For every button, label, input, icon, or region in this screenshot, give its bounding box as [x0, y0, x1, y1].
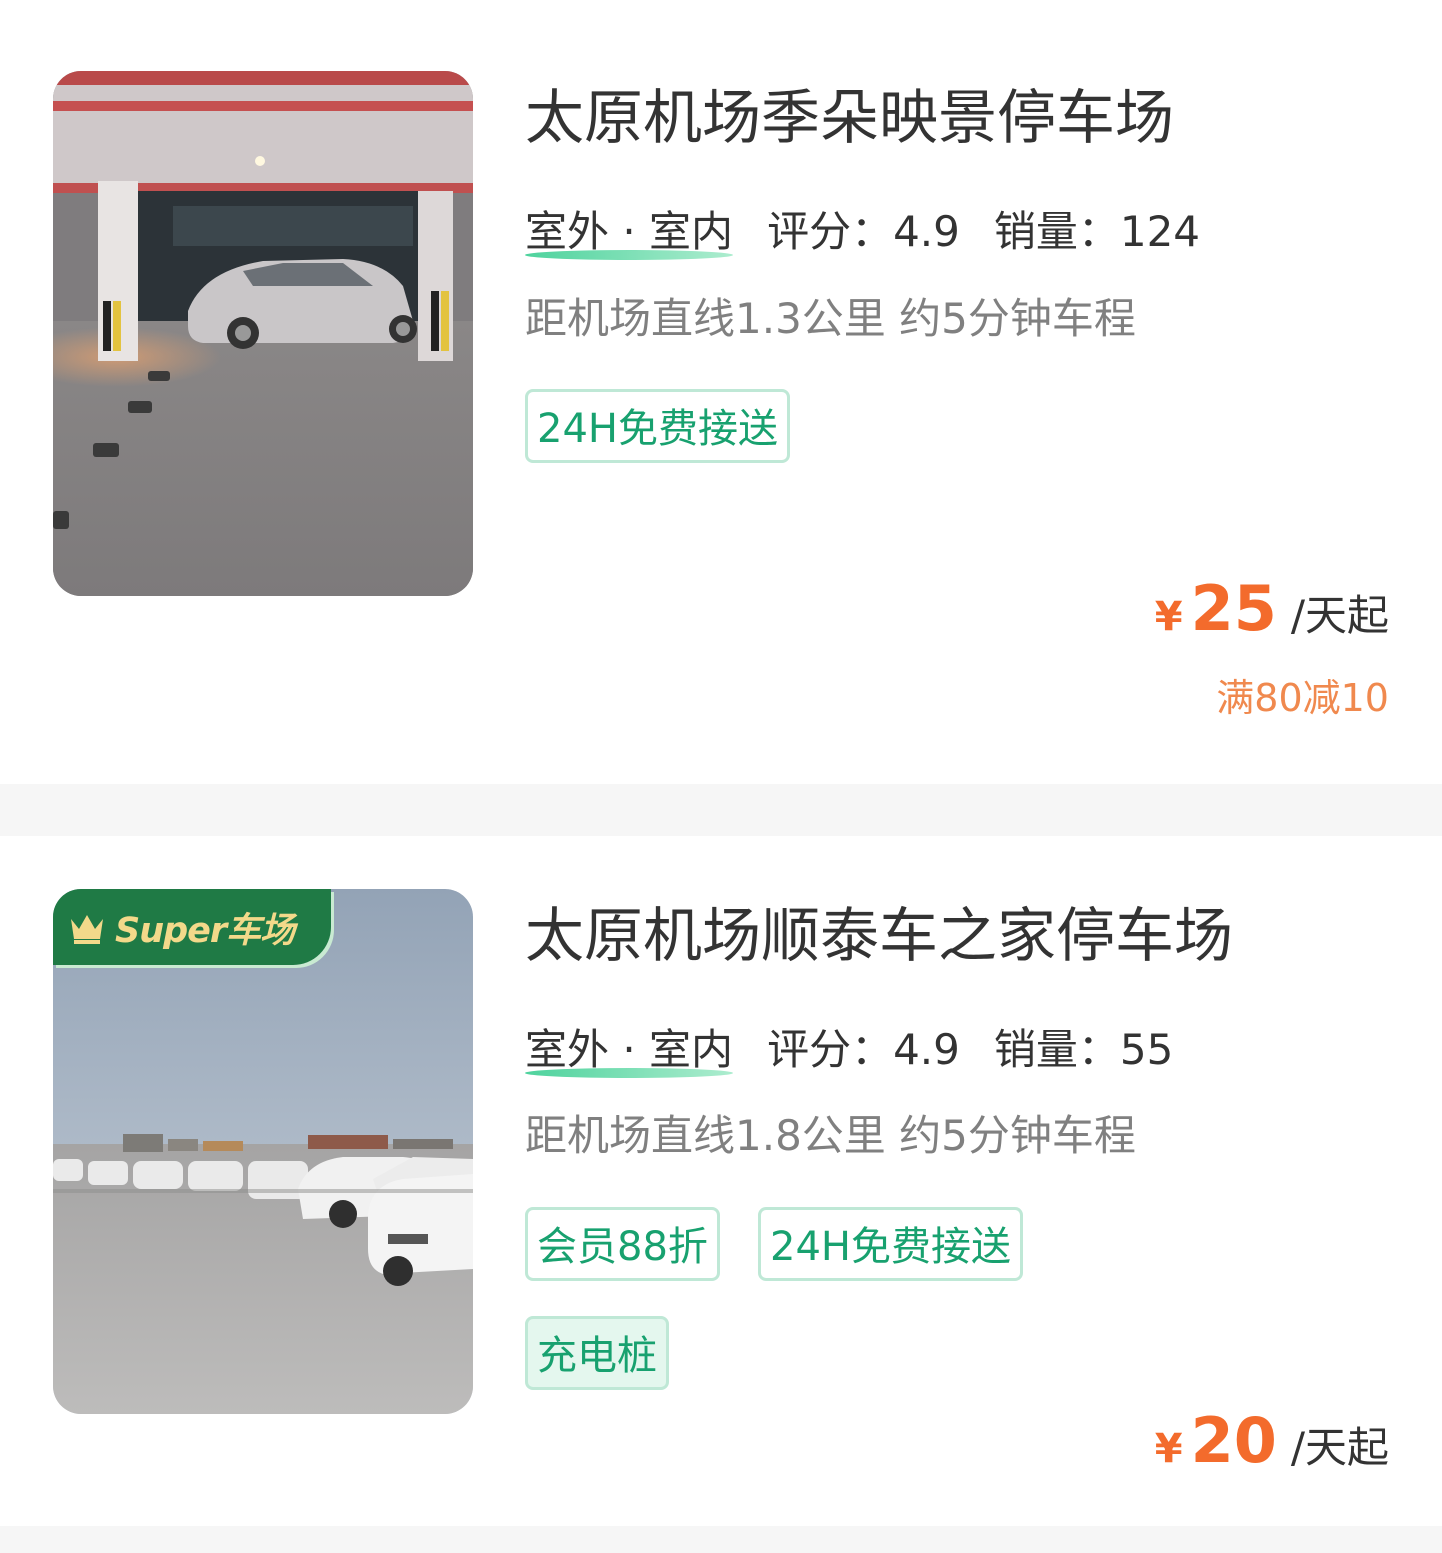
- outdoor-parking-image: [53, 889, 473, 1414]
- sales-count: 销量：124: [993, 207, 1201, 256]
- parking-meta-row: 室外 · 室内 评分：4.9 销量：124: [525, 207, 1201, 260]
- price-unit: /天起: [1290, 1423, 1389, 1472]
- service-tag: 24H免费接送: [525, 389, 790, 463]
- parking-type: 室外 · 室内: [525, 211, 734, 260]
- currency-symbol: ¥: [1154, 1426, 1183, 1472]
- distance-info: 距机场直线1.3公里 约5分钟车程: [525, 294, 1136, 343]
- indoor-parking-image: [53, 71, 473, 596]
- charging-pile-tag: 充电桩: [525, 1316, 669, 1390]
- crown-icon: [71, 915, 103, 944]
- super-parking-badge: Super车场: [53, 889, 331, 965]
- service-tag: 24H免费接送: [758, 1207, 1023, 1281]
- parking-lot-name[interactable]: 太原机场顺泰车之家停车场: [525, 906, 1233, 965]
- member-discount-tag: 会员88折: [525, 1207, 720, 1281]
- price-block: ¥ 20 /天起: [1155, 1410, 1389, 1472]
- parking-listing-card[interactable]: 太原机场季朵映景停车场 室外 · 室内 评分：4.9 销量：124 距机场直线1…: [0, 0, 1442, 784]
- price-unit: /天起: [1290, 591, 1389, 640]
- price-amount: 25: [1190, 572, 1277, 645]
- currency-symbol: ¥: [1154, 594, 1183, 640]
- distance-info: 距机场直线1.8公里 约5分钟车程: [525, 1111, 1136, 1160]
- badge-label: Super车场: [115, 910, 295, 951]
- price-block: ¥ 25 /天起: [1155, 578, 1389, 640]
- parking-lot-photo[interactable]: [53, 71, 473, 596]
- parking-meta-row: 室外 · 室内 评分：4.9 销量：55: [525, 1025, 1174, 1078]
- rating: 评分：4.9: [767, 1025, 960, 1074]
- rating: 评分：4.9: [767, 207, 960, 256]
- price-amount: 20: [1190, 1404, 1277, 1477]
- parking-lot-name[interactable]: 太原机场季朵映景停车场: [525, 88, 1174, 147]
- parking-lot-photo[interactable]: Super车场: [53, 889, 473, 1414]
- parking-type: 室外 · 室内: [525, 1029, 734, 1078]
- coupon-text[interactable]: 满80减10: [1216, 679, 1389, 717]
- sales-count: 销量：55: [993, 1025, 1174, 1074]
